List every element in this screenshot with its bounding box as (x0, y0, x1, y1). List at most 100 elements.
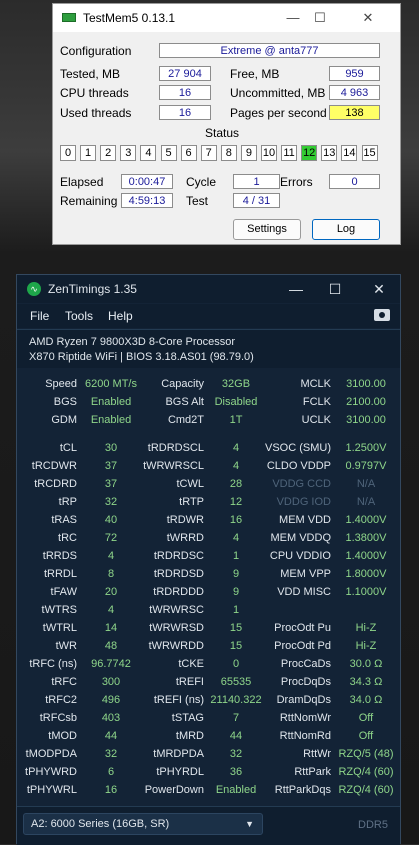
timing-value: Hi-Z (355, 640, 377, 652)
timing-label: tRCDRD (34, 478, 77, 490)
cpu-threads-label: CPU threads (60, 86, 129, 100)
timing-label: tWRWRSCL (143, 460, 204, 472)
timing-label: tRAS (51, 514, 77, 526)
timing-value: 496 (101, 694, 121, 706)
timing-value: 14 (104, 622, 118, 634)
status-label: Status (205, 126, 240, 140)
maximize-button[interactable]: ☐ (320, 279, 350, 299)
timing-value: 32 (104, 496, 118, 508)
close-button[interactable]: ✕ (353, 8, 383, 28)
pages-per-second-value: 138 (329, 105, 380, 120)
zentimings-titlebar[interactable]: ∿ ZenTimings 1.35 — ☐ ✕ (17, 275, 400, 303)
timing-value: 1 (232, 550, 240, 562)
timing-value: Disabled (214, 396, 258, 408)
timing-label: tWTRS (41, 604, 77, 616)
camera-icon[interactable] (374, 309, 390, 321)
thread-box-4: 4 (140, 145, 157, 161)
menu-tools[interactable]: Tools (65, 309, 93, 323)
timing-value: 4 (107, 550, 115, 562)
timing-label: Speed (45, 378, 77, 390)
used-threads-label: Used threads (60, 106, 132, 120)
timing-label: FCLK (302, 396, 331, 408)
timing-value: 15 (229, 622, 243, 634)
timing-value: 9 (232, 586, 240, 598)
module-select-value: A2: 6000 Series (16GB, SR) (31, 818, 170, 830)
timing-value: 4 (232, 532, 240, 544)
settings-button[interactable]: Settings (233, 219, 301, 240)
timing-value: 3100.00 (346, 414, 386, 426)
timing-value: 20 (104, 586, 118, 598)
timing-label: VDDG IOD (276, 496, 331, 508)
timing-label: tSTAG (171, 712, 204, 724)
timing-label: ProcDqDs (280, 676, 331, 688)
tested-label: Tested, MB (60, 67, 121, 81)
timing-label: tMRDPDA (153, 748, 204, 760)
minimize-button[interactable]: — (278, 8, 308, 28)
module-select[interactable]: A2: 6000 Series (16GB, SR) ▼ (23, 813, 263, 835)
timing-label: tWRWRSC (149, 604, 204, 616)
timing-label: Cmd2T (167, 414, 204, 426)
cycle-label: Cycle (186, 175, 217, 189)
timing-value: RZQ/5 (48) (338, 748, 394, 760)
testmem-title: TestMem5 0.13.1 (83, 11, 176, 25)
maximize-button[interactable]: ☐ (305, 8, 335, 28)
menu-file[interactable]: File (30, 309, 49, 323)
timing-value: Enabled (90, 414, 132, 426)
free-value: 959 (329, 66, 380, 81)
timing-label: MCLK (300, 378, 331, 390)
log-button[interactable]: Log (312, 219, 380, 240)
timing-label: tRC (58, 532, 77, 544)
minimize-button[interactable]: — (281, 279, 311, 299)
timing-label: tCWL (176, 478, 205, 490)
timing-value: 6200 MT/s (85, 378, 137, 390)
timing-value: 96.7742 (91, 658, 131, 670)
timing-value: 1.1000V (345, 586, 387, 598)
timing-label: tWTRL (42, 622, 77, 634)
timing-label: VSOC (SMU) (265, 442, 331, 454)
timing-label: RttWr (303, 748, 331, 760)
timing-value: 34.0 Ω (349, 694, 383, 706)
used-threads-value: 16 (159, 105, 211, 120)
memory-chip-icon (62, 13, 76, 22)
timing-label: tWRRD (166, 532, 204, 544)
elapsed-label: Elapsed (60, 175, 104, 189)
timing-value: N/A (356, 496, 376, 508)
timing-label: Capacity (161, 378, 204, 390)
test-label: Test (186, 194, 209, 208)
thread-box-1: 1 (80, 145, 97, 161)
timing-value: 3100.00 (346, 378, 386, 390)
zentimings-window: ∿ ZenTimings 1.35 — ☐ ✕ File Tools Help … (16, 274, 401, 845)
timing-value: 65535 (220, 676, 252, 688)
timing-value: 6 (107, 766, 115, 778)
thread-box-12: 12 (301, 145, 318, 161)
testmem-titlebar[interactable]: TestMem5 0.13.1 — ☐ ✕ (53, 4, 400, 32)
remaining-value: 4:59:13 (121, 193, 173, 208)
timing-value: 0 (232, 658, 240, 670)
timing-label: tRDRDSCL (147, 442, 204, 454)
thread-box-8: 8 (220, 145, 237, 161)
timing-label: ProcOdt Pu (274, 622, 331, 634)
cpu-threads-value: 16 (159, 85, 211, 100)
configuration-value: Extreme @ anta777 (159, 43, 380, 58)
timing-value: 0.9797V (345, 460, 387, 472)
timing-label: tRDWR (166, 514, 204, 526)
timing-label: tRRDS (42, 550, 77, 562)
errors-value: 0 (329, 174, 380, 189)
timing-label: ProcCaDs (280, 658, 331, 670)
timing-label: tRFC (ns) (29, 658, 77, 670)
menu-help[interactable]: Help (108, 309, 133, 323)
timing-label: BGS (53, 396, 77, 408)
pages-per-second-label: Pages per second (230, 106, 327, 120)
timing-value: 40 (104, 514, 118, 526)
testmem-window: TestMem5 0.13.1 — ☐ ✕ Configuration Extr… (52, 3, 401, 245)
timing-label: CLDO VDDP (266, 460, 331, 472)
timing-value: 32 (104, 748, 118, 760)
thread-box-11: 11 (281, 145, 298, 161)
timing-label: tMOD (48, 730, 77, 742)
timing-label: tRTP (179, 496, 204, 508)
remaining-label: Remaining (60, 194, 118, 208)
timing-value: 1.2500V (345, 442, 387, 454)
close-button[interactable]: ✕ (364, 279, 394, 299)
timing-value: 4 (107, 604, 115, 616)
timing-label: tRDRDSC (153, 550, 204, 562)
